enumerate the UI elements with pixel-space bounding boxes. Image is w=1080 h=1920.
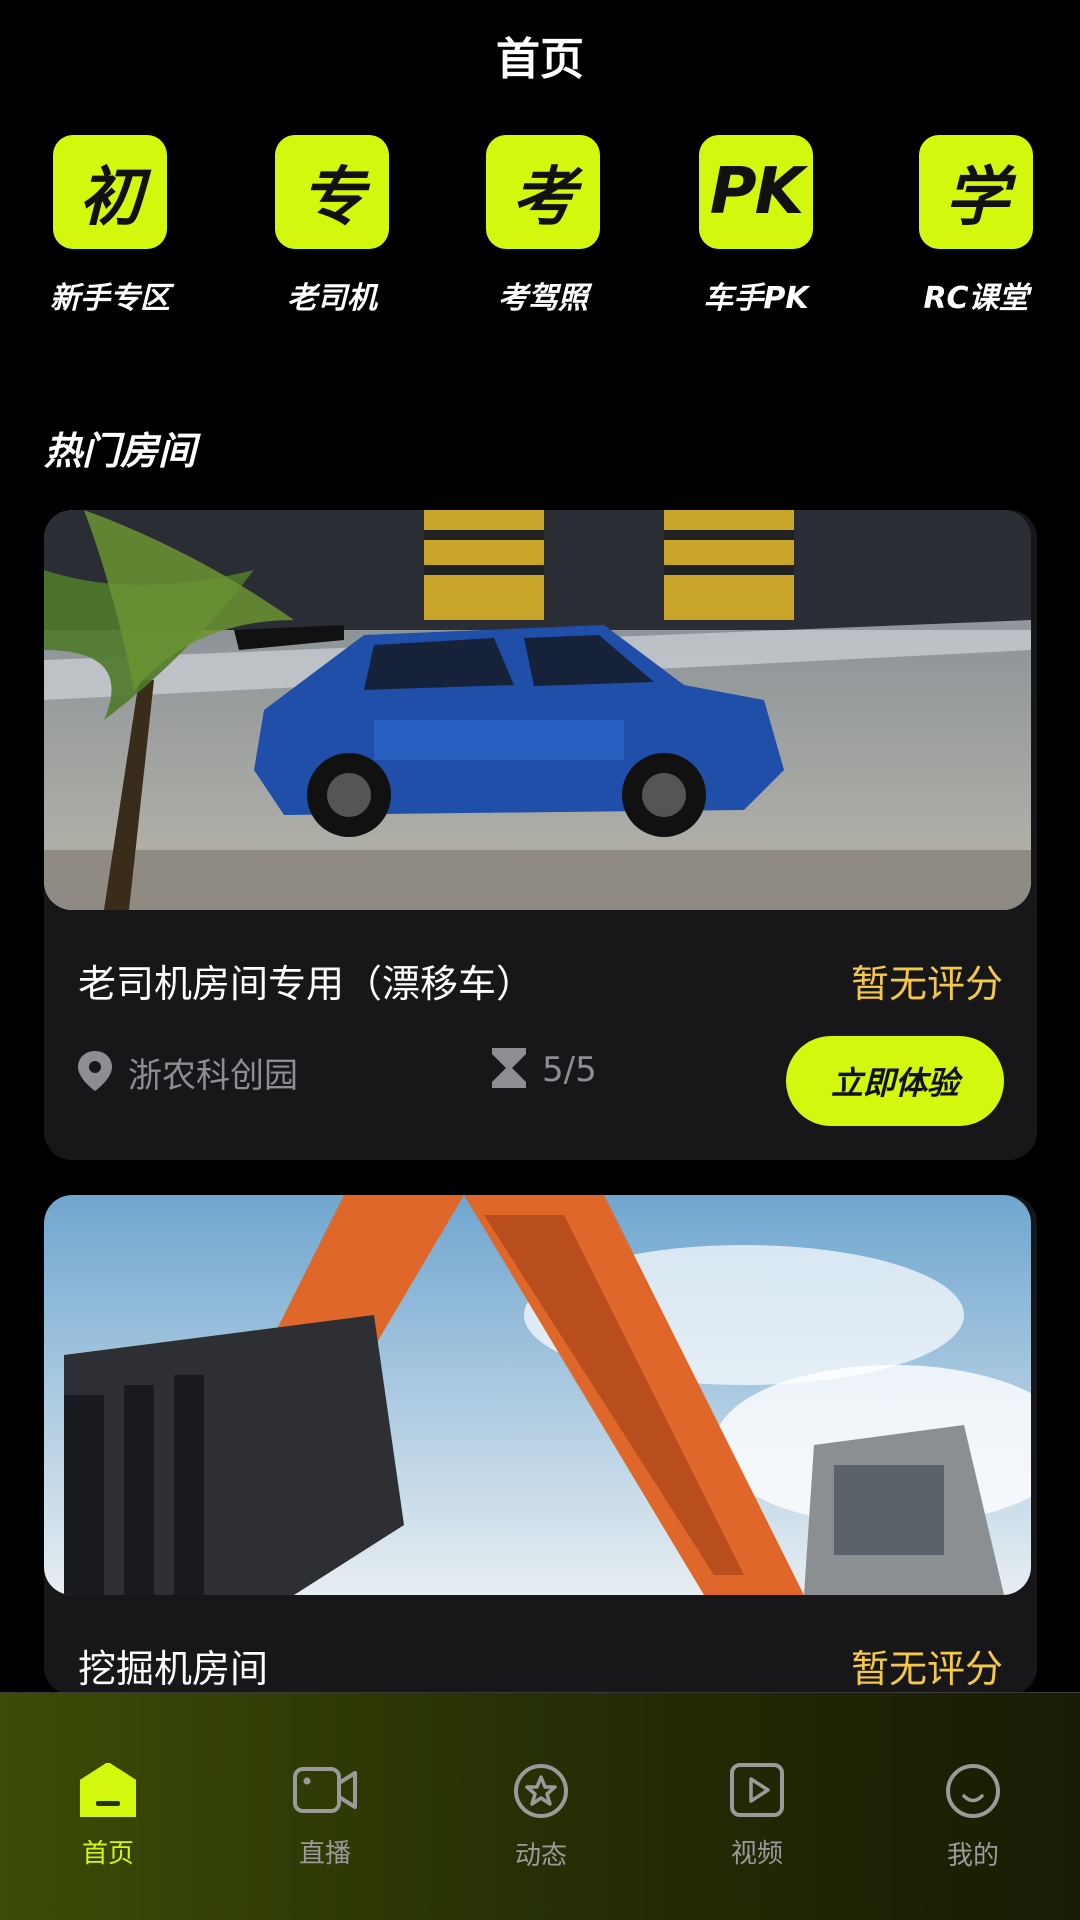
- quick-action-label: 车手PK: [703, 281, 809, 316]
- location-pin-icon: [78, 1050, 112, 1095]
- room-name: 挖掘机房间: [78, 1647, 269, 1691]
- license-glyph: 考: [512, 161, 576, 235]
- quick-action-license[interactable]: 考 考驾照: [443, 135, 643, 317]
- tab-home[interactable]: 首页: [28, 1762, 188, 1870]
- veteran-icon: 专: [275, 135, 389, 249]
- video-camera-icon: [293, 1763, 357, 1821]
- room-card[interactable]: 挖掘机房间 暂无评分: [44, 1195, 1037, 1695]
- tab-moments[interactable]: 动态: [461, 1763, 621, 1872]
- excavator-photo: [44, 1195, 1031, 1595]
- smile-icon: [945, 1763, 1001, 1823]
- home-icon: [79, 1762, 137, 1821]
- quick-action-label: 老司机: [287, 281, 377, 316]
- star-circle-icon: [513, 1763, 569, 1823]
- hourglass-icon: [492, 1048, 526, 1092]
- room-rating: 暂无评分: [850, 962, 1003, 1006]
- tab-label: 视频: [730, 1839, 783, 1869]
- quick-action-rc-class[interactable]: 学 RC课堂: [876, 135, 1076, 317]
- tab-mine[interactable]: 我的: [893, 1763, 1053, 1872]
- quick-action-label: RC课堂: [923, 281, 1029, 316]
- quick-action-label: 新手专区: [50, 281, 170, 316]
- section-title: 热门房间: [44, 429, 197, 473]
- page-header: 首页: [0, 0, 1080, 110]
- tab-label: 直播: [298, 1839, 351, 1869]
- room-capacity: 5/5: [492, 1048, 597, 1092]
- try-now-label: 立即体验: [830, 1064, 959, 1102]
- rc-class-icon: 学: [919, 135, 1033, 249]
- room-rating: 暂无评分: [850, 1647, 1003, 1691]
- tab-live[interactable]: 直播: [245, 1763, 405, 1870]
- tab-video[interactable]: 视频: [677, 1763, 837, 1870]
- page-title: 首页: [496, 34, 584, 85]
- beginner-glyph: 初: [79, 161, 143, 235]
- license-icon: 考: [486, 135, 600, 249]
- rc-class-glyph: 学: [945, 161, 1009, 235]
- beginner-icon: 初: [53, 135, 167, 249]
- quick-action-pk[interactable]: PK 车手PK: [656, 135, 856, 317]
- location-text: 浙农科创园: [128, 1056, 298, 1096]
- pk-icon: PK: [699, 135, 813, 249]
- quick-action-label: 考驾照: [498, 281, 588, 316]
- capacity-text: 5/5: [542, 1050, 597, 1090]
- bottom-tab-bar: 首页 直播 动态 视频 我的: [0, 1692, 1080, 1920]
- tab-label: 我的: [946, 1841, 999, 1871]
- tab-label: 首页: [81, 1839, 134, 1869]
- race-car-photo: [44, 510, 1031, 910]
- quick-action-veteran[interactable]: 专 老司机: [232, 135, 432, 317]
- room-location: 浙农科创园: [78, 1048, 298, 1097]
- pk-glyph: PK: [709, 155, 804, 229]
- veteran-glyph: 专: [301, 161, 365, 235]
- quick-actions: 初 新手专区 专 老司机 考 考驾照 PK 车手PK 学 RC课堂: [0, 135, 1080, 335]
- room-name: 老司机房间专用（漂移车）: [78, 962, 535, 1006]
- try-now-button[interactable]: 立即体验: [786, 1036, 1004, 1126]
- quick-action-beginner[interactable]: 初 新手专区: [10, 135, 210, 317]
- tab-label: 动态: [514, 1841, 567, 1871]
- play-icon: [730, 1763, 784, 1821]
